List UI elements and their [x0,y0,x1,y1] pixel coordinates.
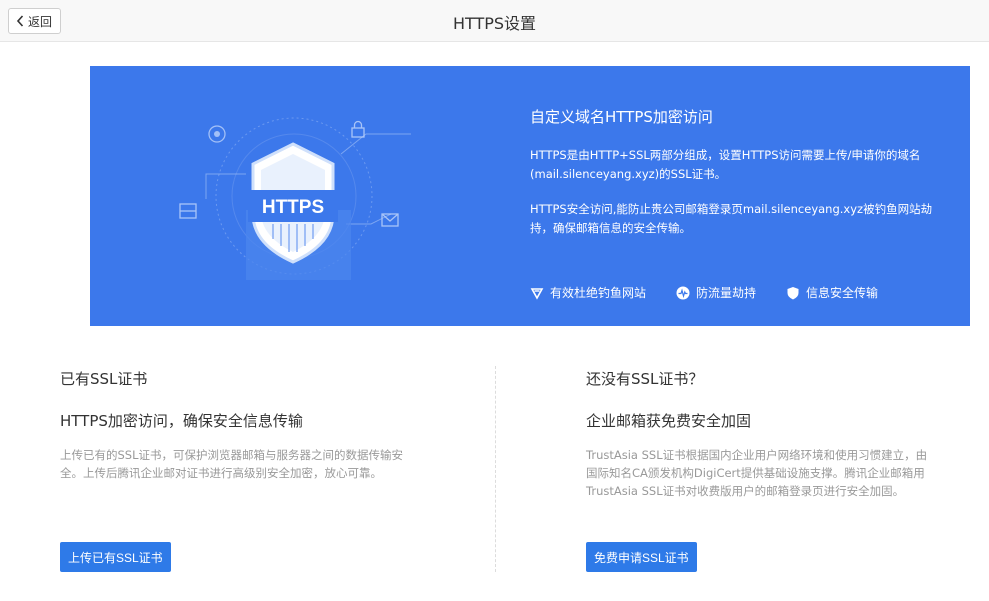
https-shield-illustration: HTTPS [179,117,411,280]
banner-title: 自定义域名HTTPS加密访问 [530,108,713,126]
free-cert-description: TrustAsia SSL证书根据国内企业用户网络环境和使用习惯建立，由国际知名… [586,448,928,498]
mail-icon [381,213,399,227]
https-banner: HTTPS 自定义域名HTTPS加密访问 HTTPS是由HTTP+SSL两部分组… [90,66,970,326]
lock-icon [351,120,365,138]
shield-icon [787,286,799,299]
free-cert-subheading: 企业邮箱获免费安全加固 [586,412,752,430]
feature-anti-hijack: 防流量劫持 [676,284,756,301]
section-divider [495,366,496,572]
upload-ssl-cert-button[interactable]: 上传已有SSL证书 [60,542,171,572]
existing-cert-section: 已有SSL证书 HTTPS加密访问，确保安全信息传输 上传已有的SSL证书，可保… [60,368,430,482]
existing-cert-heading: 已有SSL证书 [60,370,148,388]
feature-label: 防流量劫持 [696,286,757,300]
banner-text-block: 自定义域名HTTPS加密访问 HTTPS是由HTTP+SSL两部分组成，设置HT… [530,106,950,254]
https-badge-text: HTTPS [262,197,324,218]
feature-label: 信息安全传输 [806,286,879,300]
top-bar: 返回 HTTPS设置 [0,0,989,42]
banner-paragraph-2: HTTPS安全访问,能防止贵公司邮箱登录页mail.silenceyang.xy… [530,202,933,235]
pulse-icon [676,286,690,299]
existing-cert-description: 上传已有的SSL证书，可保护浏览器邮箱与服务器之间的数据传输安全。上传后腾讯企业… [60,448,404,480]
apply-free-ssl-cert-button[interactable]: 免费申请SSL证书 [586,542,697,572]
wifi-icon [208,125,226,143]
server-icon [179,203,197,219]
filter-icon [530,287,544,300]
free-cert-heading: 还没有SSL证书？ [586,370,704,388]
feature-anti-phishing: 有效杜绝钓鱼网站 [530,284,646,301]
existing-cert-subheading: HTTPS加密访问，确保安全信息传输 [60,412,303,430]
free-cert-section: 还没有SSL证书？ 企业邮箱获免费安全加固 TrustAsia SSL证书根据国… [586,368,956,500]
page-title: HTTPS设置 [452,14,537,33]
feature-label: 有效杜绝钓鱼网站 [550,286,647,300]
feature-list: 有效杜绝钓鱼网站 防流量劫持 信息安全传输 [530,284,878,301]
banner-paragraph-1: HTTPS是由HTTP+SSL两部分组成，设置HTTPS访问需要上传/申请你的域… [530,148,921,181]
feature-secure-transfer: 信息安全传输 [786,284,878,301]
